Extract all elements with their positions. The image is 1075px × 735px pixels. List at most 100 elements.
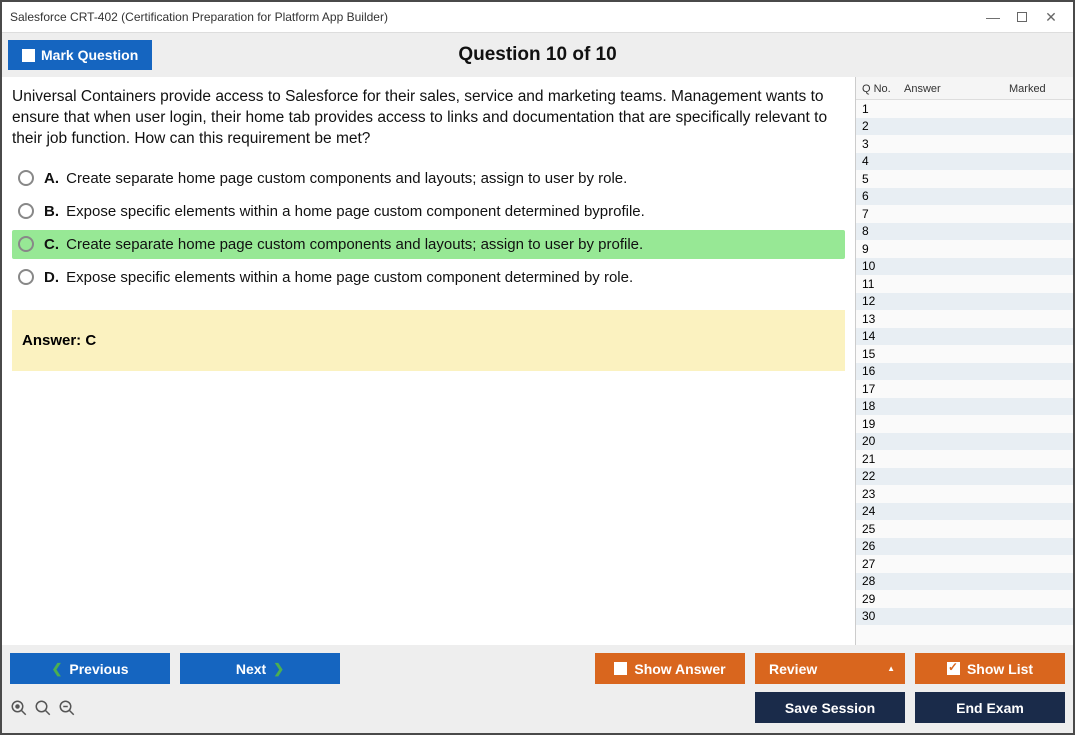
list-item[interactable]: 20 [856, 433, 1073, 451]
close-icon[interactable]: ✕ [1045, 11, 1057, 23]
answer-label: Answer: C [22, 332, 96, 349]
list-item[interactable]: 21 [856, 450, 1073, 468]
option-letter: A. [44, 170, 59, 187]
list-item[interactable]: 28 [856, 573, 1073, 591]
minimize-icon[interactable]: — [987, 11, 999, 23]
list-item[interactable]: 5 [856, 170, 1073, 188]
option-text: D. Expose specific elements within a hom… [44, 269, 633, 286]
option-text: C. Create separate home page custom comp… [44, 236, 643, 253]
list-item[interactable]: 9 [856, 240, 1073, 258]
question-text: Universal Containers provide access to S… [12, 87, 845, 150]
list-item[interactable]: 26 [856, 538, 1073, 556]
row-qno: 24 [862, 504, 904, 518]
mark-question-button[interactable]: Mark Question [8, 40, 152, 70]
list-item[interactable]: 27 [856, 555, 1073, 573]
list-item[interactable]: 16 [856, 363, 1073, 381]
list-header: Q No. Answer Marked [856, 77, 1073, 100]
question-list-pane: Q No. Answer Marked 12345678910111213141… [855, 77, 1073, 645]
option-letter: D. [44, 269, 59, 286]
window-controls: — ✕ [987, 11, 1065, 23]
show-list-label: Show List [967, 661, 1033, 677]
option-row[interactable]: A. Create separate home page custom comp… [12, 164, 845, 193]
options-list: A. Create separate home page custom comp… [12, 164, 845, 292]
row-qno: 29 [862, 592, 904, 606]
list-item[interactable]: 18 [856, 398, 1073, 416]
checkbox-icon [22, 49, 35, 62]
option-letter: B. [44, 203, 59, 220]
list-item[interactable]: 19 [856, 415, 1073, 433]
list-item[interactable]: 3 [856, 135, 1073, 153]
col-marked: Marked [1009, 83, 1069, 95]
answer-box: Answer: C [12, 310, 845, 371]
list-item[interactable]: 10 [856, 258, 1073, 276]
list-item[interactable]: 12 [856, 293, 1073, 311]
option-row[interactable]: B. Expose specific elements within a hom… [12, 197, 845, 226]
list-item[interactable]: 11 [856, 275, 1073, 293]
row-qno: 8 [862, 224, 904, 238]
review-label: Review [769, 661, 817, 677]
titlebar: Salesforce CRT-402 (Certification Prepar… [2, 2, 1073, 32]
option-row[interactable]: D. Expose specific elements within a hom… [12, 263, 845, 292]
option-text: A. Create separate home page custom comp… [44, 170, 627, 187]
show-list-button[interactable]: Show List [915, 653, 1065, 684]
row-qno: 22 [862, 469, 904, 483]
question-counter: Question 10 of 10 [458, 44, 616, 66]
row-qno: 3 [862, 137, 904, 151]
list-item[interactable]: 22 [856, 468, 1073, 486]
list-item[interactable]: 15 [856, 345, 1073, 363]
row-qno: 25 [862, 522, 904, 536]
row-qno: 12 [862, 294, 904, 308]
show-answer-button[interactable]: Show Answer [595, 653, 745, 684]
list-item[interactable]: 2 [856, 118, 1073, 136]
option-letter: C. [44, 236, 59, 253]
list-item[interactable]: 6 [856, 188, 1073, 206]
row-qno: 1 [862, 102, 904, 116]
list-item[interactable]: 8 [856, 223, 1073, 241]
zoom-in-icon[interactable] [34, 699, 52, 717]
row-qno: 17 [862, 382, 904, 396]
row-qno: 28 [862, 574, 904, 588]
zoom-controls [10, 699, 76, 717]
zoom-reset-icon[interactable] [10, 699, 28, 717]
list-item[interactable]: 14 [856, 328, 1073, 346]
radio-icon[interactable] [18, 203, 34, 219]
previous-button[interactable]: ❮ Previous [10, 653, 170, 684]
row-qno: 26 [862, 539, 904, 553]
mark-label: Mark Question [41, 47, 138, 63]
maximize-icon[interactable] [1017, 12, 1027, 22]
next-label: Next [236, 661, 266, 677]
radio-icon[interactable] [18, 170, 34, 186]
option-row[interactable]: C. Create separate home page custom comp… [12, 230, 845, 259]
radio-icon[interactable] [18, 269, 34, 285]
button-row-2: Save Session End Exam [10, 692, 1065, 723]
next-button[interactable]: Next ❯ [180, 653, 340, 684]
review-button[interactable]: Review ▲ [755, 653, 905, 684]
save-session-button[interactable]: Save Session [755, 692, 905, 723]
list-item[interactable]: 25 [856, 520, 1073, 538]
row-qno: 13 [862, 312, 904, 326]
list-item[interactable]: 29 [856, 590, 1073, 608]
checkbox-checked-icon [947, 662, 960, 675]
question-pane: Universal Containers provide access to S… [2, 77, 855, 645]
row-qno: 6 [862, 189, 904, 203]
question-list[interactable]: 1234567891011121314151617181920212223242… [856, 100, 1073, 645]
list-item[interactable]: 7 [856, 205, 1073, 223]
list-item[interactable]: 13 [856, 310, 1073, 328]
list-item[interactable]: 17 [856, 380, 1073, 398]
list-item[interactable]: 1 [856, 100, 1073, 118]
list-item[interactable]: 24 [856, 503, 1073, 521]
list-item[interactable]: 4 [856, 153, 1073, 171]
end-exam-label: End Exam [956, 700, 1024, 716]
row-qno: 19 [862, 417, 904, 431]
save-session-label: Save Session [785, 700, 875, 716]
chevron-right-icon: ❯ [273, 661, 284, 677]
window-title: Salesforce CRT-402 (Certification Prepar… [10, 10, 987, 24]
zoom-out-icon[interactable] [58, 699, 76, 717]
bottom-bar: ❮ Previous Next ❯ Show Answer Review ▲ S… [2, 645, 1073, 733]
list-item[interactable]: 23 [856, 485, 1073, 503]
radio-icon[interactable] [18, 236, 34, 252]
button-row-1: ❮ Previous Next ❯ Show Answer Review ▲ S… [10, 653, 1065, 684]
show-answer-label: Show Answer [634, 661, 725, 677]
list-item[interactable]: 30 [856, 608, 1073, 626]
end-exam-button[interactable]: End Exam [915, 692, 1065, 723]
